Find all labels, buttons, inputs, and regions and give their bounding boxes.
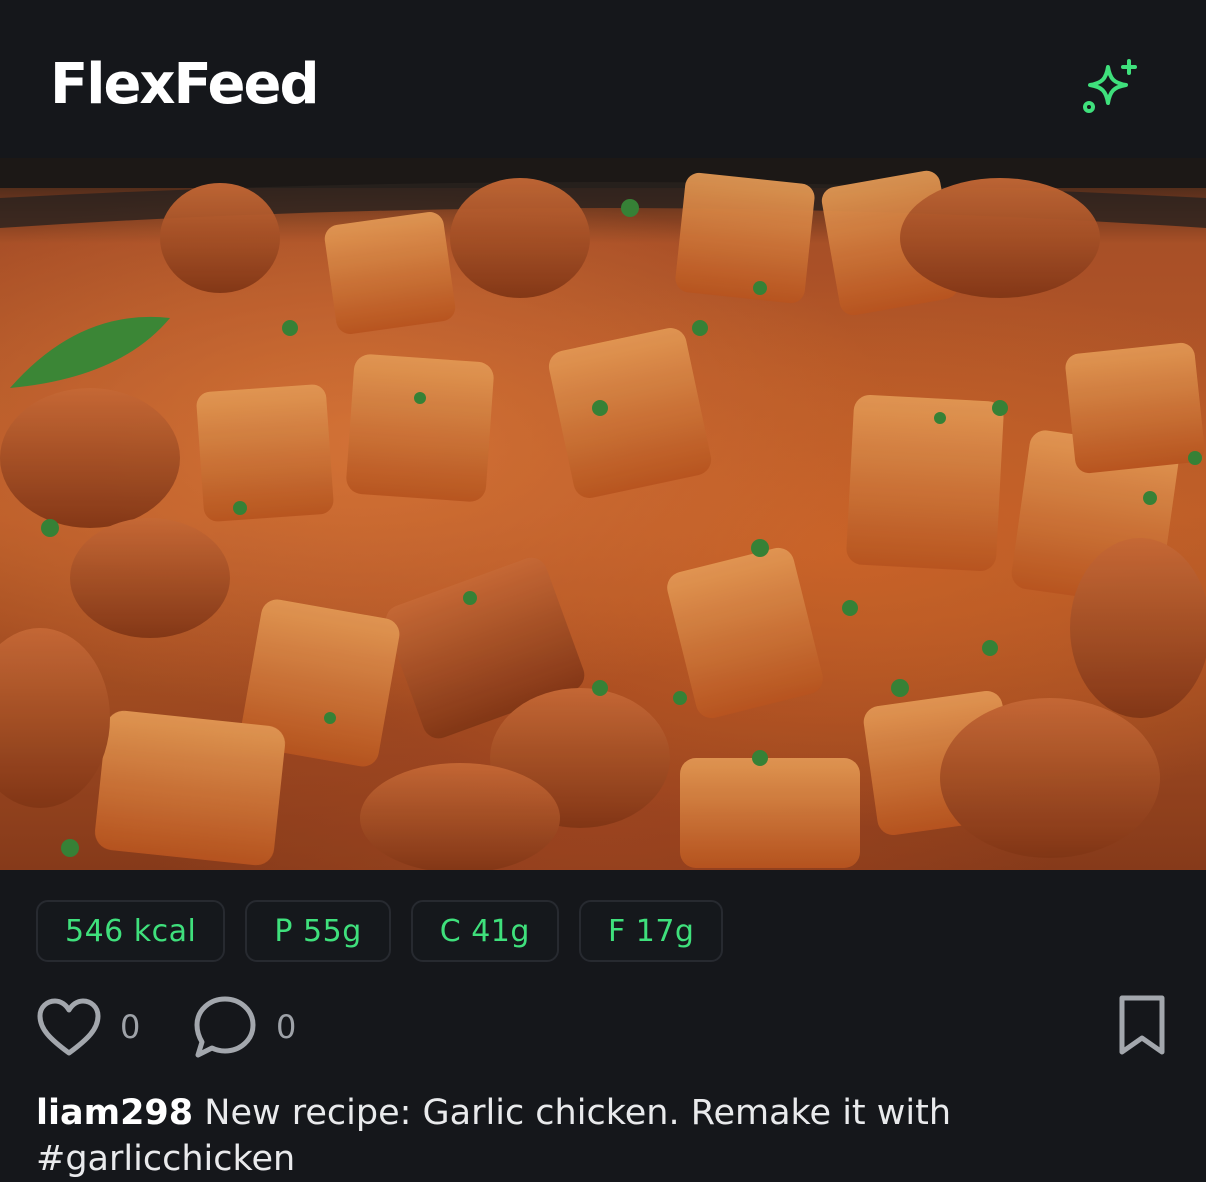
calories-chip: 546 kcal [36, 900, 226, 962]
app-title: FlexFeed [50, 52, 320, 117]
carbs-chip: C 41g [410, 900, 559, 962]
app-header: FlexFeed [0, 0, 1206, 158]
protein-chip: P 55g [245, 900, 391, 962]
bookmark-icon [1119, 995, 1165, 1055]
like-button[interactable]: 0 [36, 990, 140, 1064]
username-link[interactable]: liam298 [36, 1093, 193, 1133]
comment-count: 0 [276, 1008, 297, 1046]
like-count: 0 [120, 1008, 141, 1046]
bookmark-button[interactable] [1114, 994, 1170, 1060]
post-photo[interactable] [0, 158, 1206, 870]
comment-button[interactable]: 0 [192, 990, 296, 1064]
macro-chips: 546 kcal P 55g C 41g F 17g [36, 900, 724, 962]
sparkle-plus-icon [1083, 59, 1137, 113]
comment-bubble-icon [194, 996, 256, 1058]
food-illustration [0, 158, 1206, 870]
ai-sparkle-button[interactable] [1076, 52, 1144, 118]
post-caption: liam298 New recipe: Garlic chicken. Rema… [36, 1090, 1036, 1182]
fat-chip: F 17g [578, 900, 724, 962]
post-actions: 0 0 [36, 990, 1170, 1064]
heart-icon [37, 998, 101, 1056]
